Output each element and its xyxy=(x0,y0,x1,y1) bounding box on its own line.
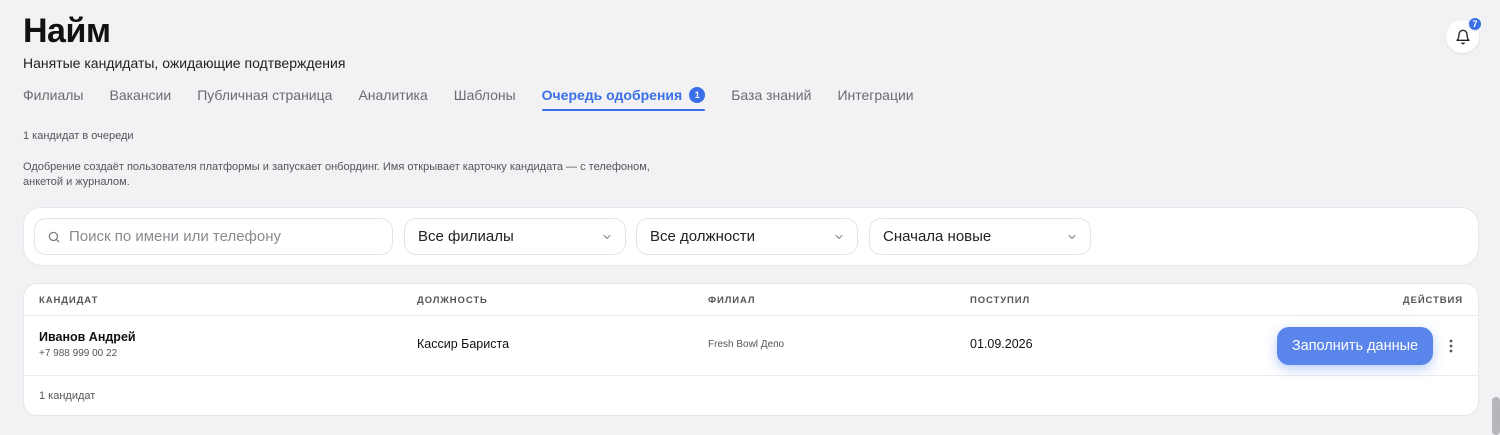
search-input[interactable] xyxy=(69,228,392,245)
position-select-value: Все должности xyxy=(650,228,755,245)
tab-label: Аналитика xyxy=(358,87,428,103)
column-received: ПОСТУПИЛ xyxy=(970,295,1031,306)
tab-count-badge: 1 xyxy=(689,87,706,103)
candidate-phone: +7 988 999 00 22 xyxy=(39,348,118,359)
queue-info-text: Одобрение создаёт пользователя платформы… xyxy=(23,161,650,188)
branch-select-value: Все филиалы xyxy=(418,228,514,245)
tab-analytics[interactable]: Аналитика xyxy=(358,87,427,111)
filter-bar: Все филиалы Все должности Сначала новые xyxy=(23,207,1479,266)
candidate-name-link[interactable]: Иванов Андрей xyxy=(39,330,136,344)
tab-approval-queue[interactable]: Очередь одобрения 1 xyxy=(541,87,706,111)
fill-data-button[interactable]: Заполнить данные xyxy=(1277,327,1433,365)
page-scrollbar[interactable] xyxy=(1492,397,1500,435)
tab-public-page[interactable]: Публичная страница xyxy=(197,87,332,111)
chevron-down-icon xyxy=(601,231,613,243)
tab-label: Шаблоны xyxy=(453,87,516,103)
sort-select[interactable]: Сначала новые xyxy=(869,218,1091,255)
column-candidate: КАНДИДАТ xyxy=(39,295,99,306)
column-branch: ФИЛИАЛ xyxy=(708,295,756,306)
tab-templates[interactable]: Шаблоны xyxy=(454,87,516,111)
tab-integrations[interactable]: Интеграции xyxy=(837,87,913,111)
column-position: ДОЛЖНОСТЬ xyxy=(417,295,488,306)
page-title: Найм xyxy=(23,12,111,50)
candidate-position: Кассир Бариста xyxy=(417,337,510,351)
table-header: КАНДИДАТ ДОЛЖНОСТЬ ФИЛИАЛ ПОСТУПИЛ ДЕЙСТ… xyxy=(24,284,1478,316)
branch-select[interactable]: Все филиалы xyxy=(404,218,626,255)
bell-icon xyxy=(1455,29,1471,45)
queue-count: 1 кандидат в очереди xyxy=(23,130,134,142)
tab-label: Вакансии xyxy=(109,87,172,103)
tab-vacancies[interactable]: Вакансии xyxy=(109,87,171,111)
candidate-received-date: 01.09.2026 xyxy=(970,337,1033,351)
tab-knowledge-base[interactable]: База знаний xyxy=(731,87,811,111)
column-actions: ДЕЙСТВИЯ xyxy=(1402,295,1463,306)
table-row: Иванов Андрей +7 988 999 00 22 Кассир Ба… xyxy=(24,316,1478,376)
notifications-button[interactable]: 7 xyxy=(1446,16,1483,53)
tab-label: Интеграции xyxy=(837,87,914,103)
notifications-badge: 7 xyxy=(1467,16,1483,32)
search-field[interactable] xyxy=(34,218,393,255)
sort-select-value: Сначала новые xyxy=(883,228,992,245)
tab-label: Очередь одобрения xyxy=(541,87,683,103)
tab-branches[interactable]: Филиалы xyxy=(23,87,83,111)
search-icon xyxy=(47,230,61,244)
chevron-down-icon xyxy=(1066,231,1078,243)
candidates-table: КАНДИДАТ ДОЛЖНОСТЬ ФИЛИАЛ ПОСТУПИЛ ДЕЙСТ… xyxy=(23,283,1479,416)
tab-label: Филиалы xyxy=(23,87,84,103)
candidate-branch: Fresh Bowl Депо xyxy=(708,339,785,350)
tab-label: Публичная страница xyxy=(197,87,333,103)
tabs-bar: Филиалы Вакансии Публичная страница Анал… xyxy=(23,87,914,111)
chevron-down-icon xyxy=(833,231,845,243)
table-footer-count: 1 кандидат xyxy=(39,390,96,402)
more-vertical-icon xyxy=(1449,339,1453,353)
position-select[interactable]: Все должности xyxy=(636,218,858,255)
more-actions-button[interactable] xyxy=(1441,335,1461,357)
tab-label: База знаний xyxy=(731,87,812,103)
page-subtitle: Нанятые кандидаты, ожидающие подтвержден… xyxy=(23,55,346,71)
